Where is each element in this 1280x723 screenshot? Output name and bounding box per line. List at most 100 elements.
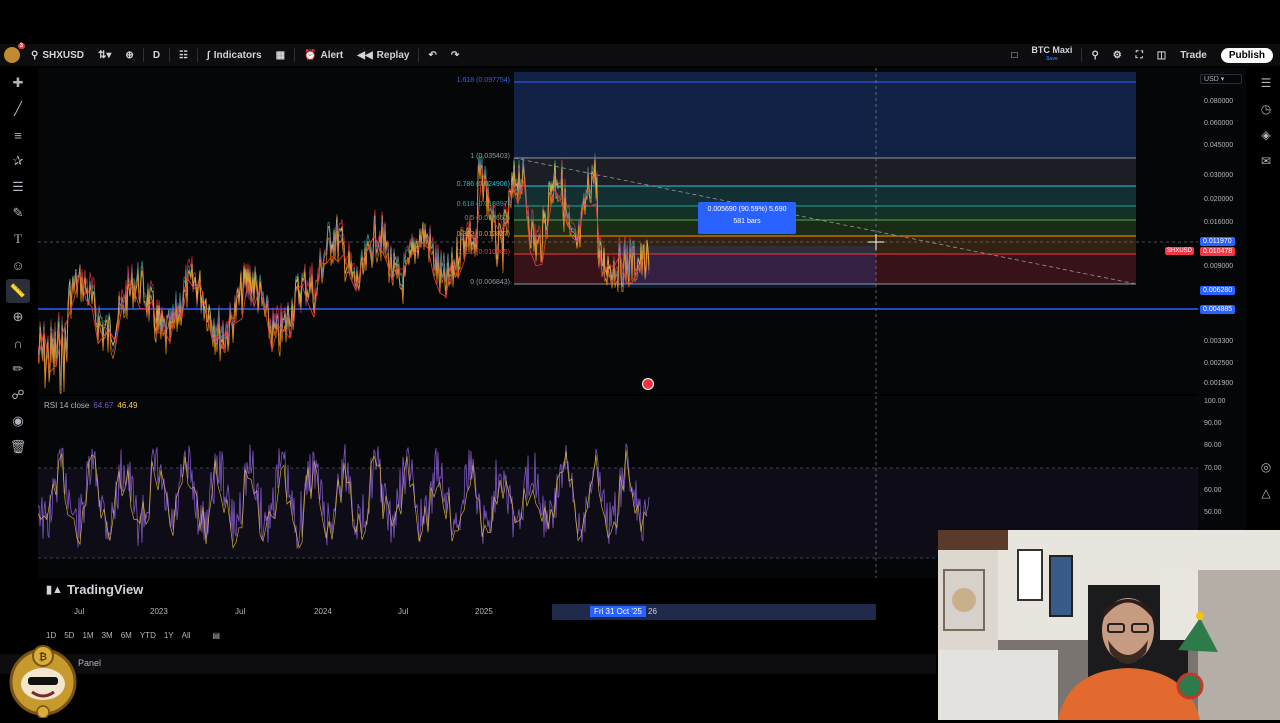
quick-search-button[interactable]: ⚲ xyxy=(1084,50,1105,61)
rsi-value2: 46.49 xyxy=(117,401,138,410)
notification-badge: 3 xyxy=(17,43,25,49)
magnifier-icon: ⚲ xyxy=(1091,49,1099,61)
interval-button[interactable]: D xyxy=(146,50,167,61)
layers-button[interactable]: ◈ xyxy=(1255,124,1277,146)
range-button[interactable]: YTD xyxy=(140,631,156,640)
chart-type-button[interactable]: ☷ xyxy=(172,50,195,61)
date-range-icon[interactable]: ▤ xyxy=(213,631,221,640)
triangle-button[interactable]: △ xyxy=(1255,482,1277,504)
compare-button[interactable]: ⇅▾ xyxy=(91,50,118,61)
eye-icon: ◉ xyxy=(12,413,24,428)
price-tick: 0.060000 xyxy=(1204,120,1234,127)
rsi-legend[interactable]: RSI 14 close 64.67 46.49 xyxy=(44,401,137,410)
logo-icon[interactable]: 3 xyxy=(0,43,25,63)
alarm-icon: ⏰ xyxy=(304,49,317,61)
indicators-icon: ∫ xyxy=(207,49,210,61)
brush-tool[interactable]: ✎ xyxy=(6,201,30,225)
alerts-panel-button[interactable]: ◷ xyxy=(1255,98,1277,120)
indicators-button[interactable]: ∫ Indicators xyxy=(200,50,269,61)
templates-button[interactable]: ▦ xyxy=(269,50,292,61)
price-tick: 0.030000 xyxy=(1204,172,1234,179)
zoom-tool[interactable]: ⊕ xyxy=(6,305,30,329)
undo-icon: ↶ xyxy=(428,49,437,61)
fib-label: 0.236 (0.010085) xyxy=(456,249,510,256)
layout-menu[interactable]: BTC Maxi Save xyxy=(1024,46,1079,64)
widget-bar: ☰ ◷ ◈ ✉ ◎ △ xyxy=(1252,70,1280,530)
price-chart[interactable]: 1.618 (0.097754) 1 (0.035403) 0.786 (0.024… xyxy=(38,68,1198,394)
forecast-tool[interactable]: ☰ xyxy=(6,175,30,199)
trendline-tool[interactable]: ╱ xyxy=(6,97,30,121)
range-button[interactable]: 1D xyxy=(46,631,56,640)
fib-zone-786 xyxy=(514,186,1136,206)
time-tick: 2023 xyxy=(150,607,168,616)
range-button[interactable]: 6M xyxy=(121,631,132,640)
undo-button[interactable]: ↶ xyxy=(421,50,443,61)
layout-toggle[interactable]: □ xyxy=(1004,50,1024,61)
fib-tool[interactable]: ≡ xyxy=(6,123,30,147)
settings-button[interactable]: ⚙ xyxy=(1106,50,1129,61)
symbol-label: SHXUSD xyxy=(42,49,85,61)
fib-zone-top xyxy=(514,72,1136,158)
grid-icon: ▦ xyxy=(275,49,286,61)
stay-drawing-tool[interactable]: ✏ xyxy=(6,357,30,381)
forecast-icon: ☰ xyxy=(12,179,24,194)
symbol-search[interactable]: ⚲ SHXUSD xyxy=(24,50,91,61)
layers-icon: ◈ xyxy=(1261,128,1271,142)
alert-button[interactable]: ⏰ Alert xyxy=(297,50,350,61)
add-symbol-button[interactable]: ⊕ xyxy=(118,50,140,61)
emoji-tool[interactable]: ☺ xyxy=(6,253,30,277)
candles-icon: ☷ xyxy=(179,49,189,61)
fullscreen-button[interactable]: ⛶ xyxy=(1129,50,1150,61)
pattern-icon: ✰ xyxy=(12,153,24,168)
search-icon: ⚲ xyxy=(31,49,39,61)
rsi-tick: 90.00 xyxy=(1204,420,1222,427)
range-button[interactable]: 5D xyxy=(64,631,74,640)
watchlist-button[interactable]: ☰ xyxy=(1255,72,1277,94)
fib-zone-5 xyxy=(514,220,1136,236)
tv-logo-icon: ▮▲ xyxy=(46,584,63,596)
price-badge-current: 0.011970 xyxy=(1200,237,1235,246)
replay-button[interactable]: ◀◀ Replay xyxy=(350,50,416,61)
trade-button[interactable]: Trade xyxy=(1173,50,1214,61)
range-button[interactable]: 1Y xyxy=(164,631,174,640)
redo-button[interactable]: ↷ xyxy=(444,50,466,61)
publish-button[interactable]: Publish xyxy=(1214,47,1280,63)
list-icon: ☰ xyxy=(1260,76,1272,90)
zoom-icon: ⊕ xyxy=(12,309,24,324)
compare-icon: ⇅▾ xyxy=(98,49,112,61)
time-tick: 2025 xyxy=(475,607,493,616)
hide-tool[interactable]: ◉ xyxy=(6,409,30,433)
bottom-panel-bar: Panel xyxy=(0,654,936,674)
price-tick: 0.009000 xyxy=(1204,263,1234,270)
triangle-icon: △ xyxy=(1261,486,1271,500)
pencil-lock-icon: ✏ xyxy=(12,361,24,376)
price-tick: 0.003300 xyxy=(1204,338,1234,345)
price-tick: 0.080000 xyxy=(1204,98,1234,105)
drawing-toolbar: ✚ ╱ ≡ ✰ ☰ ✎ T ☺ 📏 ⊕ ∩ ✏ ☍ ◉ 🗑 xyxy=(0,70,36,490)
snapshot-button[interactable]: ◫ xyxy=(1150,50,1173,61)
measure-tooltip: 0.005690 (90.59%) 5,690 581 bars xyxy=(698,202,796,234)
flag-marker[interactable] xyxy=(642,378,654,390)
pattern-tool[interactable]: ✰ xyxy=(6,149,30,173)
trendline-icon: ╱ xyxy=(14,101,22,116)
text-icon: T xyxy=(14,231,22,246)
price-axis[interactable]: USD ▾ 0.080000 0.060000 0.045000 0.030000 0.… xyxy=(1198,68,1246,598)
text-tool[interactable]: T xyxy=(6,227,30,251)
crosshair-tool[interactable]: ✚ xyxy=(6,71,30,95)
currency-selector[interactable]: USD ▾ xyxy=(1200,74,1242,84)
delete-tool[interactable]: 🗑 xyxy=(6,435,30,459)
square-icon: □ xyxy=(1011,49,1018,61)
lock-tool[interactable]: ☍ xyxy=(6,383,30,407)
trade-label: Trade xyxy=(1180,49,1207,61)
indicators-label: Indicators xyxy=(213,49,262,61)
range-button[interactable]: All xyxy=(182,631,191,640)
camera-icon: ◫ xyxy=(1156,49,1167,61)
clock-icon: ◷ xyxy=(1260,102,1272,116)
target-button[interactable]: ◎ xyxy=(1255,456,1277,478)
range-button[interactable]: 3M xyxy=(102,631,113,640)
magnet-tool[interactable]: ∩ xyxy=(6,331,30,355)
ruler-tool[interactable]: 📏 xyxy=(6,279,30,303)
range-button[interactable]: 1M xyxy=(82,631,93,640)
chat-button[interactable]: ✉ xyxy=(1255,150,1277,172)
brand-label: TradingView xyxy=(66,582,144,597)
